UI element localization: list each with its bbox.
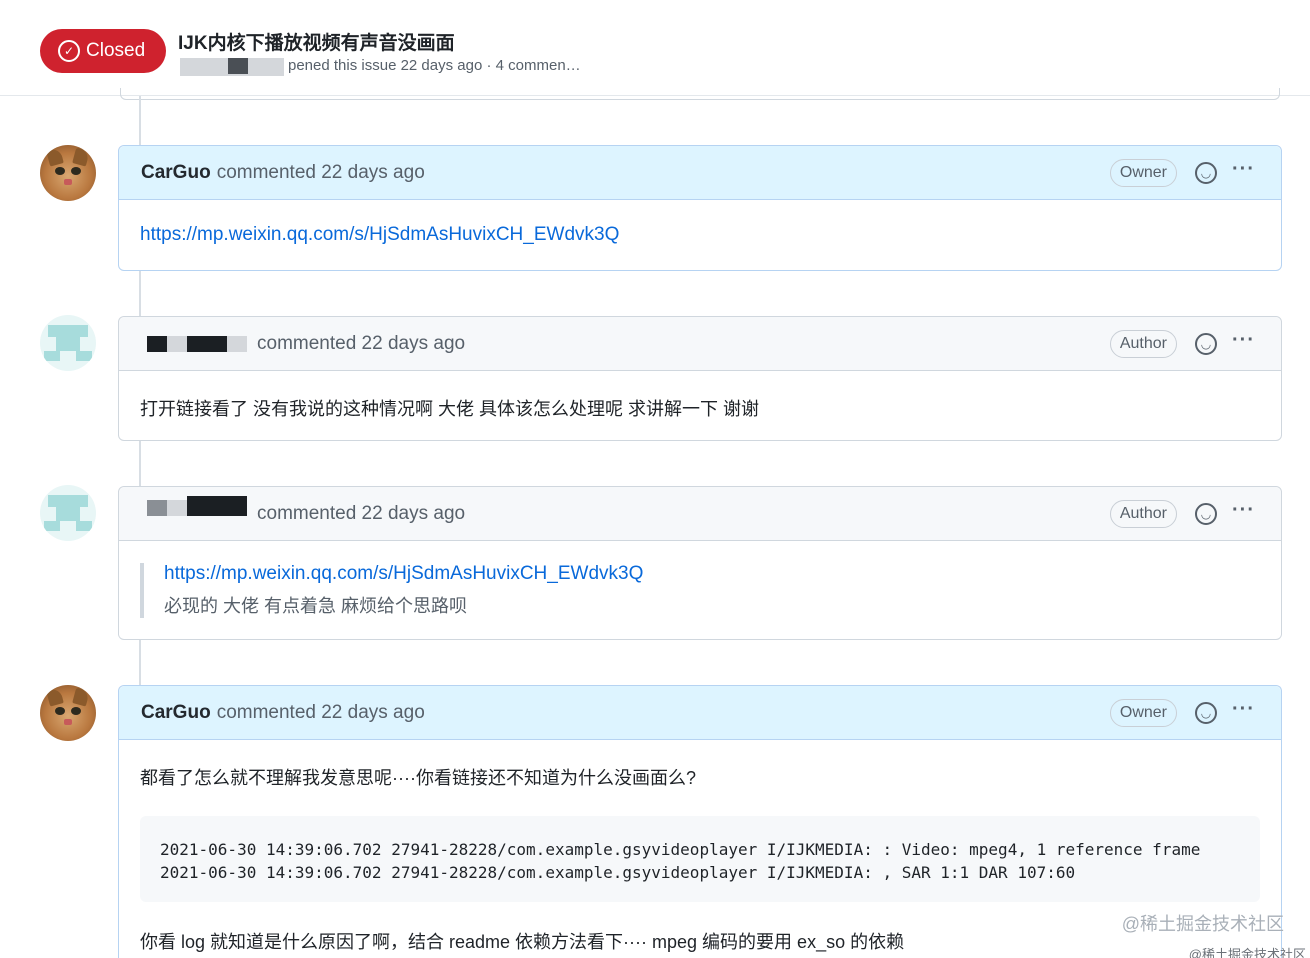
role-badge: Owner	[1109, 699, 1177, 727]
comment-text: 你看 log 就知道是什么原因了啊，结合 readme 依赖方法看下···· m…	[140, 932, 905, 952]
code-line: 2021-06-30 14:39:06.702 27941-28228/com.…	[160, 840, 1201, 859]
smiley-icon[interactable]: ◡	[1195, 503, 1217, 525]
issue-meta: pened this issue 22 days ago · 4 commen…	[288, 57, 581, 74]
avatar[interactable]	[40, 145, 96, 201]
code-line: 2021-06-30 14:39:06.702 27941-28228/com.…	[160, 863, 1076, 882]
comment-timestamp[interactable]: commented 22 days ago	[217, 702, 425, 724]
kebab-horizontal-icon[interactable]: ···	[1232, 499, 1255, 522]
comment-timestamp[interactable]: commented 22 days ago	[257, 503, 465, 525]
comment-header: commented 22 days ago Author ◡ ···	[119, 487, 1281, 541]
blockquote: https://mp.weixin.qq.com/s/HjSdmAsHuvixC…	[140, 563, 1260, 618]
comment-link[interactable]: https://mp.weixin.qq.com/s/HjSdmAsHuvixC…	[140, 224, 619, 245]
comment-timestamp[interactable]: commented 22 days ago	[257, 333, 465, 355]
quote-link[interactable]: https://mp.weixin.qq.com/s/HjSdmAsHuvixC…	[164, 563, 1260, 585]
smiley-icon[interactable]: ◡	[1195, 702, 1217, 724]
redacted-author	[147, 495, 251, 522]
comment: CarGuo commented 22 days ago Owner ◡ ···…	[118, 145, 1282, 271]
watermark: @稀土掘金技术社区	[1121, 914, 1284, 934]
avatar[interactable]	[40, 485, 96, 541]
comment-header: commented 22 days ago Author ◡ ···	[119, 317, 1281, 371]
comment: commented 22 days ago Author ◡ ··· 打开链接看…	[118, 316, 1282, 441]
comment: CarGuo commented 22 days ago Owner ◡ ···…	[118, 685, 1282, 958]
role-badge: Owner	[1109, 159, 1177, 187]
watermark-small: @稀土掘金技术社区	[1188, 947, 1306, 958]
role-badge: Author	[1109, 500, 1177, 528]
comment-timestamp[interactable]: commented 22 days ago	[217, 162, 425, 184]
comment-author[interactable]: CarGuo	[141, 162, 211, 184]
comment-author[interactable]: CarGuo	[141, 702, 211, 724]
code-block: 2021-06-30 14:39:06.702 27941-28228/com.…	[140, 816, 1260, 902]
comment-text: 都看了怎么就不理解我发意思呢····你看链接还不知道为什么没画面么?	[140, 768, 696, 788]
redacted-username-block	[228, 58, 248, 74]
issue-state-label: Closed	[86, 40, 146, 61]
issue-header: ✓ Closed IJK内核下播放视频有声音没画面 pened this iss…	[0, 0, 1310, 96]
previous-comment-edge	[120, 88, 1280, 100]
avatar[interactable]	[40, 315, 96, 371]
comment-header: CarGuo commented 22 days ago Owner ◡ ···	[119, 146, 1281, 200]
avatar[interactable]	[40, 685, 96, 741]
issue-title: IJK内核下播放视频有声音没画面	[178, 33, 455, 54]
comment: commented 22 days ago Author ◡ ··· https…	[118, 486, 1282, 640]
kebab-horizontal-icon[interactable]: ···	[1232, 329, 1255, 352]
redacted-author	[147, 335, 251, 352]
role-badge: Author	[1109, 330, 1177, 358]
smiley-icon[interactable]: ◡	[1195, 333, 1217, 355]
kebab-horizontal-icon[interactable]: ···	[1232, 158, 1255, 181]
circle-check-icon: ✓	[58, 40, 80, 62]
quote-text: 必现的 大佬 有点着急 麻烦给个思路呗	[164, 596, 468, 616]
issue-state-badge: ✓ Closed	[40, 29, 166, 73]
comment-text: 打开链接看了 没有我说的这种情况啊 大佬 具体该怎么处理呢 求讲解一下 谢谢	[140, 399, 760, 419]
smiley-icon[interactable]: ◡	[1195, 162, 1217, 184]
comment-header: CarGuo commented 22 days ago Owner ◡ ···	[119, 686, 1281, 740]
kebab-horizontal-icon[interactable]: ···	[1232, 698, 1255, 721]
